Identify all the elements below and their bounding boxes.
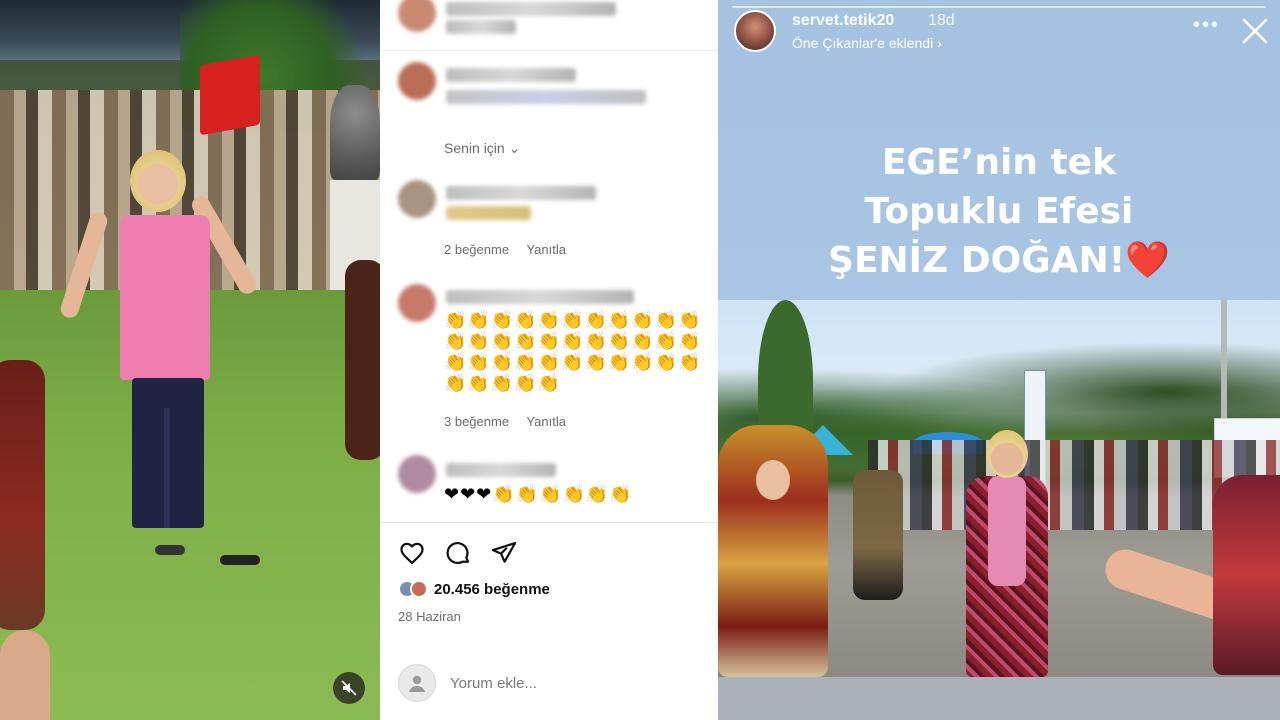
heart-outline-icon[interactable]: [398, 539, 426, 567]
like-count[interactable]: 2 beğenme: [444, 242, 509, 257]
woman-head: [130, 150, 186, 212]
navy-pants: [132, 378, 204, 528]
pink-vest: [120, 215, 210, 380]
comment-meta: 3 beğenme Yanıtla: [444, 414, 580, 429]
blurred-avatar: [398, 0, 436, 32]
blurred-avatar: [398, 62, 436, 100]
comment-bubble-icon[interactable]: [444, 539, 472, 567]
comment-item: 👏👏👏👏👏👏👏👏👏👏👏 👏👏👏👏👏👏👏👏👏👏👏 👏👏👏👏👏👏👏👏👏👏👏 👏👏👏👏…: [398, 284, 708, 434]
share-paper-plane-icon[interactable]: [490, 539, 518, 567]
more-options-icon[interactable]: •••: [1193, 14, 1220, 37]
headline-line-2: Topuklu Efesi: [864, 191, 1134, 232]
comments-panel: Senin için ⌄ 2 beğenme Yanıtla 👏👏👏👏👏👏👏👏👏…: [380, 0, 718, 720]
user-silhouette-icon: [409, 675, 425, 692]
foreground-hand: [0, 630, 50, 720]
mute-button[interactable]: [333, 672, 365, 704]
close-icon[interactable]: [1240, 16, 1270, 46]
highlight-label[interactable]: Öne Çıkanlar'e eklendi ›: [792, 35, 942, 51]
comment-meta: 2 beğenme Yanıtla: [444, 242, 580, 257]
statue-bust: [330, 85, 380, 180]
likes-count[interactable]: 20.456 beğenme: [434, 581, 550, 598]
reply-link[interactable]: Yanıtla: [526, 414, 566, 429]
clap-emojis: 👏👏👏👏👏👏👏👏👏👏👏 👏👏👏👏👏👏👏👏👏👏👏 👏👏👏👏👏👏👏👏👏👏👏 👏👏👏👏…: [444, 310, 702, 394]
blurred-username: [446, 463, 556, 477]
story-progress-bar: [732, 6, 1266, 8]
story-photo: [718, 300, 1280, 677]
dancing-woman: [58, 150, 260, 570]
blurred-text: [446, 206, 531, 220]
costumed-man: [853, 470, 903, 600]
red-heart-emoji: ❤️: [1125, 240, 1170, 281]
girl-face: [756, 460, 790, 500]
comment-placeholder[interactable]: Yorum ekle...: [450, 675, 537, 692]
story-username[interactable]: servet.tetik20: [792, 12, 894, 30]
woman-head: [986, 430, 1028, 478]
costumed-dancer-right: [1213, 475, 1280, 675]
blurred-avatar: [398, 180, 436, 218]
blurred-text: [446, 90, 646, 104]
dancing-woman-folk-dress: [958, 430, 1058, 677]
likes-summary[interactable]: 20.456 beğenme: [398, 580, 550, 598]
story-avatar[interactable]: [734, 10, 776, 52]
senin-icin-filter[interactable]: Senin için ⌄: [444, 140, 520, 157]
comment-item: ❤❤❤👏👏👏👏👏👏: [398, 455, 708, 515]
blurred-username: [446, 290, 634, 304]
chevron-down-icon: ⌄: [508, 140, 521, 156]
blurred-username: [446, 186, 596, 200]
folk-dancer-left: [0, 360, 45, 630]
post-date: 28 Haziran: [398, 609, 461, 624]
reply-link[interactable]: Yanıtla: [526, 242, 566, 257]
divider: [380, 50, 718, 51]
headline-line-3: ŞENİZ DOĞAN!❤️: [718, 236, 1280, 285]
video-player[interactable]: [0, 0, 380, 720]
headline-line-1: EGE’nin tek: [881, 142, 1117, 183]
add-comment-field[interactable]: Yorum ekle...: [398, 664, 537, 702]
liker-avatar: [410, 580, 428, 598]
story-time: 18d: [928, 12, 955, 29]
senin-icin-label: Senin için: [444, 140, 505, 156]
comment-item: [398, 62, 708, 122]
blurred-text: [446, 20, 516, 34]
story-bottom-strip: [718, 677, 1280, 720]
folk-dancer-right: [345, 260, 380, 460]
blurred-username: [446, 2, 616, 16]
turkish-flag: [200, 54, 260, 136]
speaker-muted-icon: [341, 680, 357, 696]
post-actions: [398, 539, 518, 567]
shoe-right: [220, 555, 260, 565]
blurred-username: [446, 68, 576, 82]
user-avatar: [398, 664, 436, 702]
headline-name: ŞENİZ DOĞAN!: [828, 240, 1126, 281]
story-headline: EGE’nin tek Topuklu Efesi ŞENİZ DOĞAN!❤️: [718, 138, 1280, 285]
blurred-avatar: [398, 284, 436, 322]
heart-clap-emojis: ❤❤❤👏👏👏👏👏👏: [444, 484, 633, 505]
comment-item: 2 beğenme Yanıtla: [398, 180, 708, 260]
divider: [380, 522, 718, 523]
like-count[interactable]: 3 beğenme: [444, 414, 509, 429]
shoe-left: [155, 545, 185, 555]
blurred-avatar: [398, 455, 436, 493]
comment-item: [398, 0, 708, 44]
story-viewer[interactable]: servet.tetik20 18d Öne Çıkanlar'e eklend…: [718, 0, 1280, 720]
pink-scarf: [988, 476, 1026, 586]
